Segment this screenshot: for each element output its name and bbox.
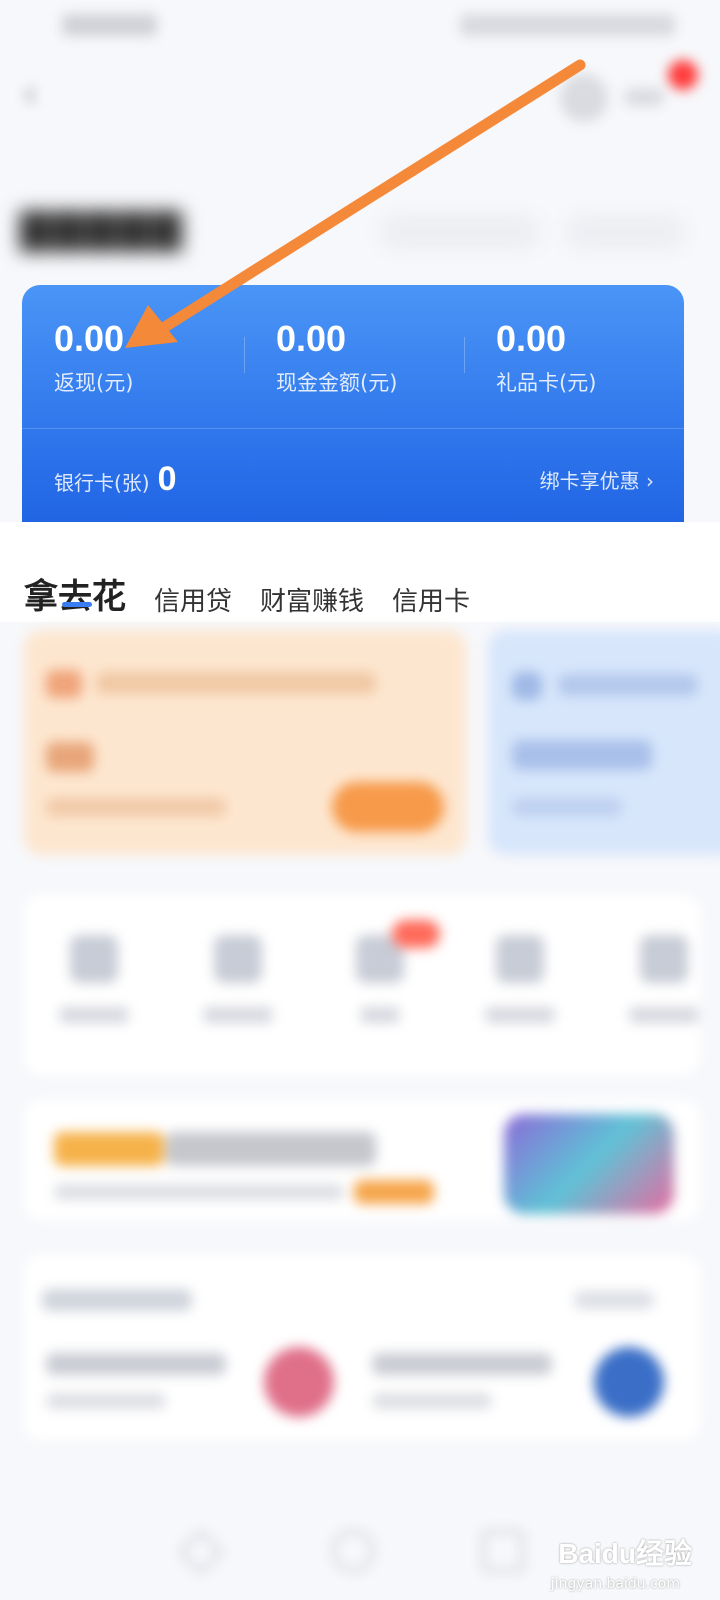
metric-divider <box>464 337 465 373</box>
status-icons <box>460 14 675 36</box>
card-name-placeholder <box>372 1353 552 1375</box>
quick-action-item[interactable] <box>44 935 144 1035</box>
quick-action-icon <box>640 935 688 983</box>
product-icon <box>512 672 542 700</box>
quick-action-label <box>485 1007 555 1023</box>
tab-credit-card[interactable]: 信用卡 <box>392 581 470 618</box>
cashback-metric[interactable]: 0.00 返现(元) <box>54 319 133 397</box>
quick-action-label <box>629 1007 699 1023</box>
product-amount-placeholder <box>512 740 652 770</box>
metric-divider <box>244 337 245 373</box>
bank-card-count: 0 <box>157 460 177 498</box>
recommended-cards-panel <box>24 1255 700 1440</box>
nav-back-icon[interactable] <box>178 1529 224 1575</box>
bind-card-link[interactable]: 绑卡享优惠 › <box>540 465 654 494</box>
nav-recents-icon[interactable] <box>482 1530 524 1572</box>
more-icon[interactable] <box>624 88 664 106</box>
baidu-watermark: Baidu经验 <box>558 1538 692 1569</box>
cash-metric[interactable]: 0.00 现金金额(元) <box>276 319 397 397</box>
quick-action-icon <box>214 935 262 983</box>
quick-action-item[interactable] <box>188 935 288 1035</box>
asset-card: 0.00 返现(元) 0.00 现金金额(元) 0.00 礼品卡(元) 银行卡(… <box>22 285 684 535</box>
product-tabs: 拿去花 信用贷 财富赚钱 信用卡 <box>24 558 498 618</box>
card-desc-placeholder <box>372 1393 492 1409</box>
card-divider <box>22 428 684 429</box>
card-desc-placeholder <box>46 1393 166 1409</box>
status-bar <box>0 0 720 50</box>
new-badge <box>392 920 440 948</box>
banner-illustration <box>504 1114 674 1214</box>
back-arrow-icon[interactable]: ‹ <box>22 74 62 114</box>
banner-title-placeholder <box>166 1132 376 1166</box>
cash-value: 0.00 <box>276 318 347 359</box>
bank-card-label: 银行卡(张) <box>54 471 150 495</box>
product-title-placeholder <box>96 672 376 694</box>
promo-banner[interactable] <box>24 1100 700 1220</box>
status-time <box>62 14 157 36</box>
tab-wealth[interactable]: 财富赚钱 <box>260 581 364 618</box>
banner-desc-placeholder <box>54 1184 344 1200</box>
banner-tag <box>354 1180 434 1204</box>
see-all-link[interactable] <box>574 1291 654 1309</box>
quick-actions-panel <box>24 895 700 1075</box>
quick-action-label <box>203 1007 273 1023</box>
gift-label: 礼品卡(元) <box>496 371 597 395</box>
product-card-orange[interactable] <box>24 630 466 855</box>
quick-action-icon <box>496 935 544 983</box>
product-desc-placeholder <box>512 798 622 816</box>
service-icon[interactable] <box>560 74 608 122</box>
quick-action-label <box>59 1007 129 1023</box>
product-amount-placeholder <box>46 742 94 772</box>
section-title-placeholder <box>42 1289 192 1311</box>
quick-action-item[interactable] <box>614 935 714 1035</box>
cash-label: 现金金额(元) <box>276 371 398 395</box>
quick-action-item[interactable] <box>470 935 570 1035</box>
card-name-placeholder <box>46 1353 226 1375</box>
quick-action-label <box>360 1007 400 1023</box>
bank-logo-blue[interactable] <box>594 1347 664 1417</box>
page-title: ▇▇▇▇▇ <box>20 206 184 252</box>
cashback-label: 返现(元) <box>54 371 134 395</box>
title-row: ▇▇▇▇▇ <box>20 200 700 260</box>
banner-highlight <box>54 1132 164 1166</box>
active-tab-indicator <box>62 602 92 607</box>
product-apply-button[interactable] <box>332 782 444 832</box>
bank-card-row[interactable]: 银行卡(张) 0 <box>54 460 177 499</box>
product-title-placeholder <box>558 674 698 696</box>
nav-home-icon[interactable] <box>332 1530 374 1572</box>
tab-naquhua[interactable]: 拿去花 <box>24 569 126 618</box>
quick-action-icon <box>70 935 118 983</box>
watermark-url: jingyan.baidu.com <box>550 1576 680 1592</box>
header-pill-2[interactable] <box>565 214 685 250</box>
gift-metric[interactable]: 0.00 礼品卡(元) <box>496 319 596 397</box>
notification-dot-icon <box>668 60 698 90</box>
header-pill-1[interactable] <box>380 214 540 250</box>
quick-action-item[interactable] <box>330 935 430 1035</box>
product-desc-placeholder <box>46 798 226 816</box>
bank-logo-red[interactable] <box>264 1347 334 1417</box>
cashback-value: 0.00 <box>54 318 125 359</box>
product-card-blue[interactable] <box>488 630 720 855</box>
tab-credit-loan[interactable]: 信用贷 <box>154 581 232 618</box>
gift-value: 0.00 <box>496 318 567 359</box>
top-nav: ‹ <box>0 60 720 140</box>
product-icon <box>46 670 82 698</box>
